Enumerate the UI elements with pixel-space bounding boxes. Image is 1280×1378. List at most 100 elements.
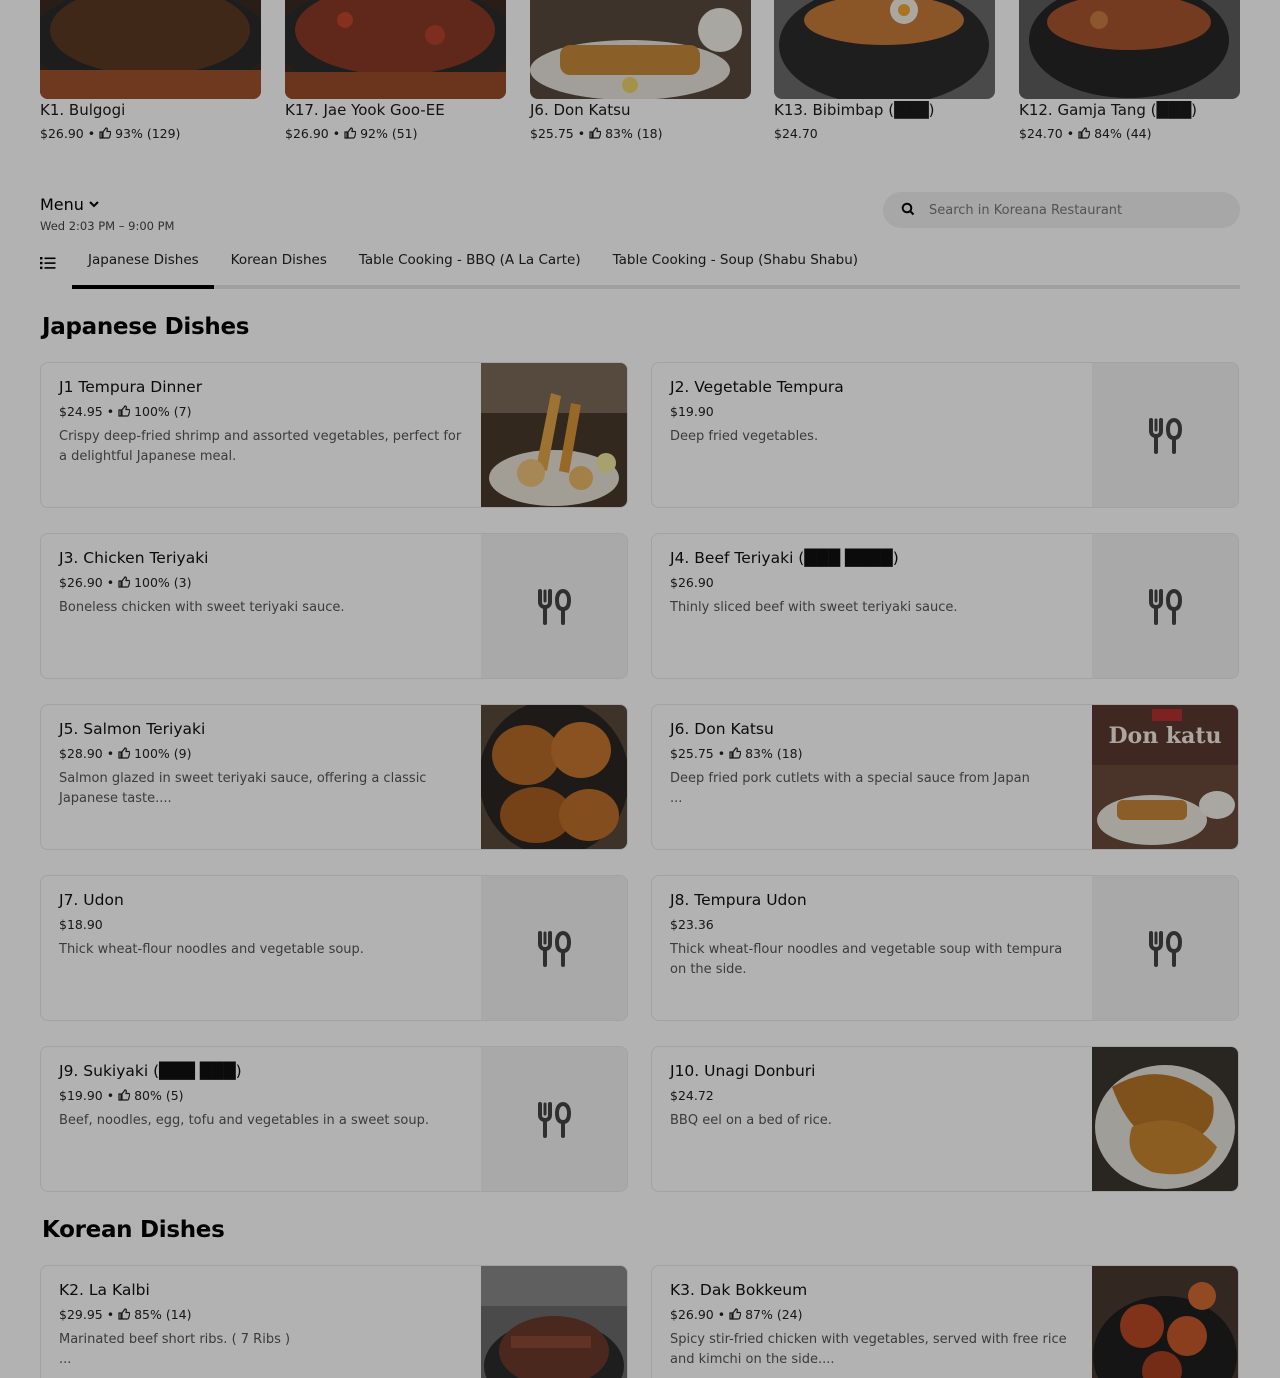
menu-item-card[interactable]: J3. Chicken Teriyaki $26.90 • 100% (3) Bon… [40,533,628,679]
featured-item-image [285,0,506,99]
menu-item-image [481,363,627,507]
thumbs-up-icon [344,127,357,142]
thumbs-up-icon [118,747,131,762]
menu-item-meta: $19.90 [670,404,714,419]
menu-item-meta: $25.75 • 83% (18) [670,746,803,762]
section-title: Japanese Dishes [42,314,250,340]
menu-item-card[interactable]: K2. La Kalbi $29.95 • 85% (14) Marinated b… [40,1265,628,1378]
featured-item-image [1019,0,1240,99]
featured-item-image [774,0,995,99]
search-icon [901,201,915,220]
menu-item-description: Deep fried vegetables. [670,429,819,444]
menu-item-name: J3. Chicken Teriyaki [59,549,209,567]
thumbs-up-icon [729,747,742,762]
thumbs-up-icon [729,1308,742,1323]
tab-table-cooking-bbq[interactable]: Table Cooking - BBQ (A La Carte) [343,246,597,286]
menu-item-card[interactable]: J2. Vegetable Tempura $19.90 Deep fried ve… [651,362,1239,508]
tab-korean-dishes[interactable]: Korean Dishes [215,246,343,286]
menu-item-image [1092,1047,1238,1191]
menu-item-card[interactable]: J6. Don Katsu $25.75 • 83% (18) Deep fried… [651,704,1239,850]
menu-item-description: Boneless chicken with sweet teriyaki sau… [59,600,345,615]
featured-item-card[interactable]: K12. Gamja Tang (███) $24.70 • 84% (44) [1019,0,1240,150]
menu-item-card[interactable]: J9. Sukiyaki (███ ███) $19.90 • 80% (5) Be… [40,1046,628,1192]
tab-table-cooking-soup[interactable]: Table Cooking - Soup (Shabu Shabu) [597,246,874,286]
search-bar[interactable] [883,192,1240,228]
thumbs-up-icon [118,576,131,591]
menu-item-meta: $19.90 • 80% (5) [59,1088,184,1104]
menu-selector[interactable]: Menu [40,195,100,214]
menu-item-description: Thick wheat-flour noodles and vegetable … [670,942,1063,977]
featured-item-name: K13. Bibimbap (███) [774,101,935,119]
menu-item-meta: $24.72 [670,1088,714,1103]
menu-item-image: Don katu [1092,705,1238,849]
tab-japanese-dishes[interactable]: Japanese Dishes [72,246,215,286]
menu-item-name: J10. Unagi Donburi [670,1062,816,1080]
menu-item-name: K3. Dak Bokkeum [670,1281,808,1299]
menu-item-description: Beef, noodles, egg, tofu and vegetables … [59,1113,429,1128]
featured-item-name: K1. Bulgogi [40,101,126,119]
search-input[interactable] [929,202,1229,218]
menu-item-meta: $24.95 • 100% (7) [59,404,192,420]
menu-item-card[interactable]: J5. Salmon Teriyaki $28.90 • 100% (9) Salm… [40,704,628,850]
featured-item-card[interactable]: K13. Bibimbap (███) $24.70 [774,0,995,150]
thumbs-up-icon [589,127,602,142]
menu-item-description: Spicy stir-fried chicken with vegetables… [670,1332,1067,1367]
menu-item-description: Thinly sliced beef with sweet teriyaki s… [670,600,958,615]
thumbs-up-icon [99,127,112,142]
menu-item-image [479,705,627,849]
thumbs-up-icon [118,405,131,420]
featured-item-image [530,0,751,99]
menu-item-card[interactable]: J8. Tempura Udon $23.36 Thick wheat-flour … [651,875,1239,1021]
featured-item-image [40,0,261,99]
menu-item-meta: $26.90 • 87% (24) [670,1307,803,1323]
menu-item-card[interactable]: K3. Dak Bokkeum $26.90 • 87% (24) Spicy st… [651,1265,1239,1378]
menu-item-description: Thick wheat-flour noodles and vegetable … [59,942,364,957]
utensils-icon [1092,363,1238,507]
featured-item-card[interactable]: J6. Don Katsu $25.75 • 83% (18) [530,0,751,150]
section-title: Korean Dishes [42,1217,225,1243]
utensils-icon [481,876,627,1020]
menu-item-meta: $28.90 • 100% (9) [59,746,192,762]
menu-item-description: Crispy deep-fried shrimp and assorted ve… [59,429,462,464]
menu-item-description: Salmon glazed in sweet teriyaki sauce, o… [59,771,427,806]
menu-item-meta: $23.36 [670,917,714,932]
menu-item-description: BBQ eel on a bed of rice. [670,1113,832,1128]
thumbs-up-icon [1078,127,1091,142]
menu-item-image [1092,1266,1238,1378]
menu-item-card[interactable]: J7. Udon $18.90 Thick wheat-flour noodles … [40,875,628,1021]
featured-item-name: K12. Gamja Tang (███) [1019,101,1197,119]
menu-item-name: J8. Tempura Udon [670,891,807,909]
menu-item-meta: $26.90 [670,575,714,590]
menu-item-name: K2. La Kalbi [59,1281,150,1299]
chevron-down-icon [88,195,100,214]
menu-item-meta: $18.90 [59,917,103,932]
featured-item-meta: $25.75 • 83% (18) [530,126,663,142]
utensils-icon [1092,876,1238,1020]
thumbs-up-icon [118,1089,131,1104]
featured-item-meta: $24.70 [774,126,818,141]
menu-title: Menu [40,195,84,214]
menu-item-card[interactable]: J10. Unagi Donburi $24.72 BBQ eel on a bed… [651,1046,1239,1192]
featured-items-carousel: K1. Bulgogi $26.90 • 93% (129) K17. Jae … [40,0,1240,150]
featured-item-meta: $26.90 • 92% (51) [285,126,418,142]
menu-item-card[interactable]: J1 Tempura Dinner $24.95 • 100% (7) Crispy… [40,362,628,508]
menu-item-name: J1 Tempura Dinner [59,378,203,396]
category-list-icon[interactable] [40,255,56,270]
menu-item-name: J7. Udon [59,891,124,909]
menu-item-image [481,1266,627,1378]
utensils-icon [481,534,627,678]
menu-item-meta: $29.95 • 85% (14) [59,1307,192,1323]
menu-item-name: J5. Salmon Teriyaki [59,720,206,738]
thumbs-up-icon [118,1308,131,1323]
featured-item-card[interactable]: K1. Bulgogi $26.90 • 93% (129) [40,0,261,150]
menu-item-meta: $26.90 • 100% (3) [59,575,192,591]
menu-item-description: Deep fried pork cutlets with a special s… [670,771,1030,806]
menu-item-name: J4. Beef Teriyaki (███ ████) [670,549,899,567]
featured-item-name: K17. Jae Yook Goo-EE [285,101,445,119]
menu-item-card[interactable]: J4. Beef Teriyaki (███ ████) $26.90 Thinly… [651,533,1239,679]
featured-item-name: J6. Don Katsu [530,101,631,119]
menu-item-name: J2. Vegetable Tempura [670,378,844,396]
utensils-icon [1092,534,1238,678]
featured-item-card[interactable]: K17. Jae Yook Goo-EE $26.90 • 92% (51) [285,0,506,150]
featured-item-meta: $24.70 • 84% (44) [1019,126,1152,142]
